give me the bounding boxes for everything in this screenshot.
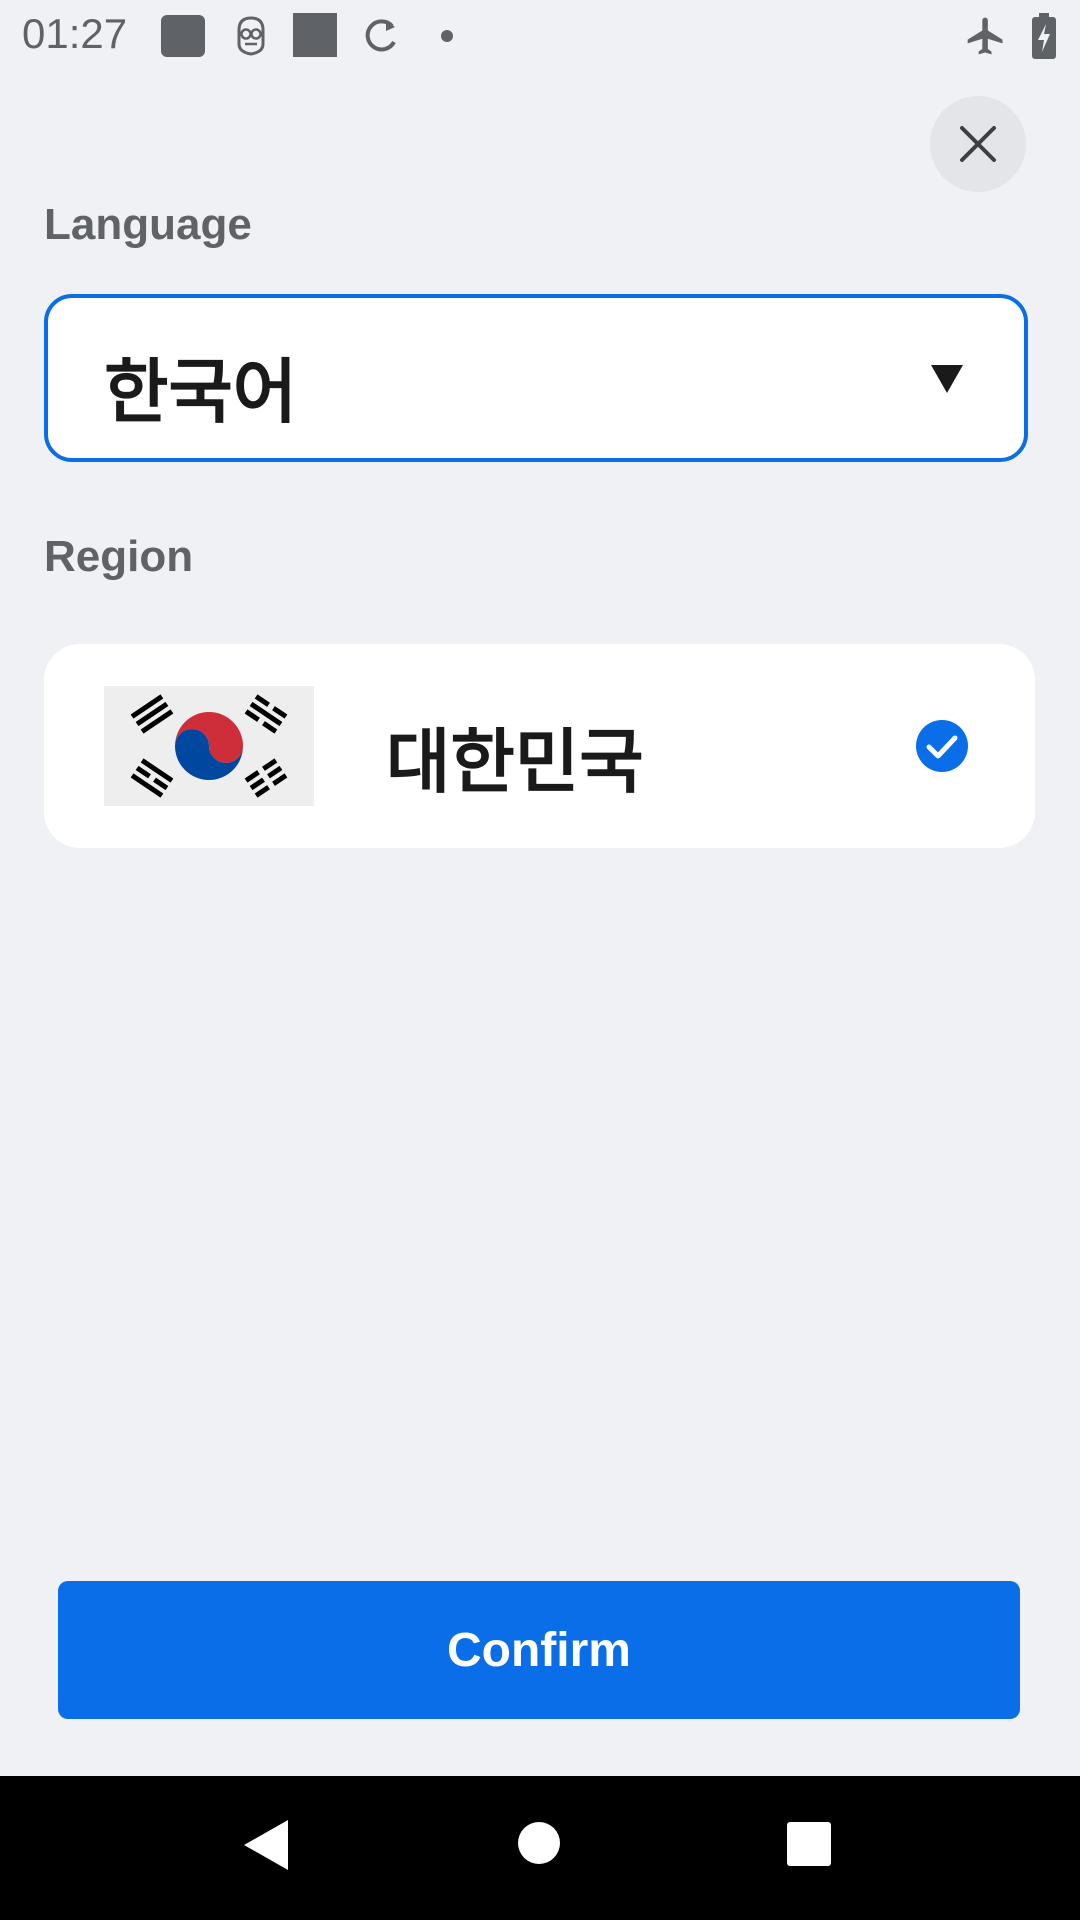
- language-label: Language: [44, 200, 252, 249]
- dot-icon: [441, 30, 453, 42]
- region-item-korea[interactable]: 대한민국: [44, 644, 1035, 848]
- confirm-button[interactable]: Confirm: [58, 1581, 1020, 1719]
- region-name: 대한민국: [386, 721, 644, 803]
- close-icon: [960, 126, 996, 162]
- check-circle-icon: [916, 720, 968, 772]
- android-debug-icon: [237, 16, 265, 56]
- back-icon[interactable]: [242, 1818, 290, 1872]
- recents-icon[interactable]: [786, 1821, 832, 1867]
- status-time: 01:27: [22, 10, 128, 57]
- navigation-bar: [0, 1776, 1080, 1920]
- sync-icon: [365, 19, 396, 52]
- caret-down-icon: [931, 365, 963, 393]
- language-selected-value: 한국어: [104, 351, 298, 433]
- square-notification-icon: [161, 15, 205, 57]
- airplane-mode-icon: [967, 17, 1003, 55]
- square-notification-icon: [293, 13, 337, 57]
- battery-charging-icon: [1032, 13, 1056, 59]
- home-icon[interactable]: [517, 1821, 561, 1865]
- language-select[interactable]: 한국어: [44, 294, 1028, 462]
- close-button[interactable]: [930, 96, 1026, 192]
- south-korea-flag-icon: [104, 686, 314, 806]
- status-bar: 01:27: [0, 0, 1080, 72]
- region-label: Region: [44, 532, 194, 581]
